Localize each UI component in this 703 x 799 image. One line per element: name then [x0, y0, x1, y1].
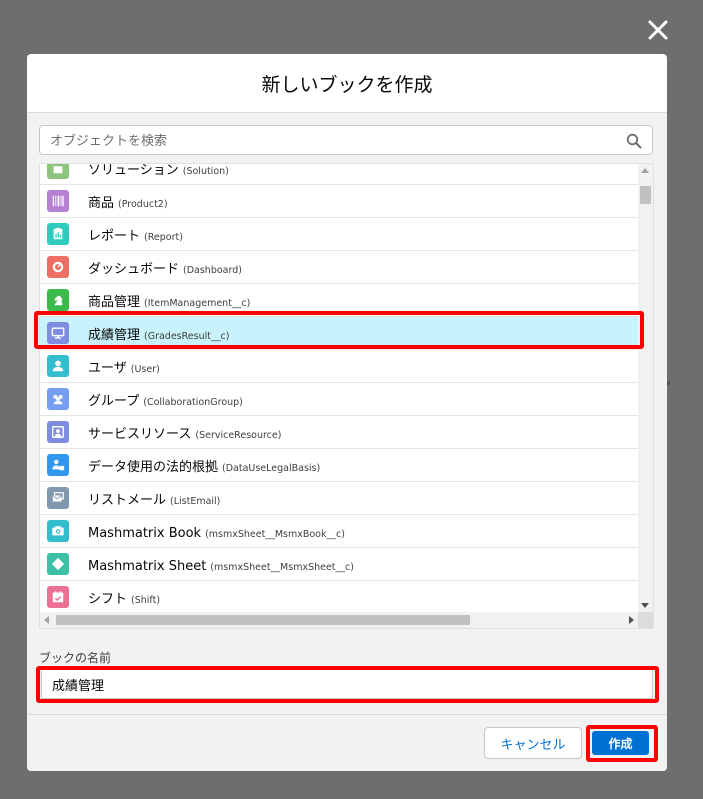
list-item-api-name: (User): [130, 364, 160, 375]
list-item-label: 商品管理: [88, 295, 141, 310]
horizontal-scroll-thumb[interactable]: [56, 615, 470, 625]
list-item-text: サービスリソース (ServiceResource): [88, 416, 281, 449]
list-item-text: リストメール (ListEmail): [88, 482, 220, 515]
list-item[interactable]: ソリューション (Solution): [40, 163, 638, 185]
dashboard-icon: [47, 256, 69, 278]
list-item-text: ダッシュボード (Dashboard): [88, 251, 242, 284]
list-item-label: ユーザ: [88, 361, 127, 376]
list-item[interactable]: Mashmatrix Book (msmxSheet__MsmxBook__c): [40, 515, 638, 548]
list-item-text: 成績管理 (GradesResult__c): [88, 317, 229, 350]
user-icon: [47, 355, 69, 377]
list-item-api-name: (ItemManagement__c): [144, 298, 251, 309]
list-item-text: シフト (Shift): [88, 581, 160, 614]
list-item-label: 商品: [88, 196, 115, 211]
list-item[interactable]: グループ (CollaborationGroup): [40, 383, 638, 416]
list-item-api-name: (msmxSheet__MsmxSheet__c): [210, 562, 354, 573]
list-item-api-name: (Product2): [118, 199, 168, 210]
solution-icon: [47, 164, 69, 179]
vertical-scrollbar[interactable]: [638, 164, 653, 612]
list-email-icon: [47, 487, 69, 509]
list-item-text: Mashmatrix Book (msmxSheet__MsmxBook__c): [88, 515, 345, 548]
list-item-label: 成績管理: [88, 328, 141, 343]
camera-icon: [47, 520, 69, 542]
list-item[interactable]: シフト (Shift): [40, 581, 638, 614]
list-item-label: グループ: [88, 394, 140, 409]
list-item-text: データ使用の法的根拠 (DataUseLegalBasis): [88, 449, 320, 482]
list-item-label: データ使用の法的根拠: [88, 460, 219, 475]
list-item-api-name: (Report): [144, 232, 183, 243]
monitor-icon: [47, 322, 69, 344]
list-item-text: Mashmatrix Sheet (msmxSheet__MsmxSheet__c…: [88, 548, 354, 581]
list-item-api-name: (Shift): [131, 595, 161, 606]
report-icon: [47, 223, 69, 245]
list-item-text: グループ (CollaborationGroup): [88, 383, 243, 416]
list-item[interactable]: データ使用の法的根拠 (DataUseLegalBasis): [40, 449, 638, 482]
service-resource-icon: [47, 421, 69, 443]
list-item-label: リストメール: [88, 493, 167, 508]
list-item[interactable]: レポート (Report): [40, 218, 638, 251]
search-box: [39, 125, 653, 156]
list-item-api-name: (GradesResult__c): [144, 331, 230, 342]
object-list: ソリューション (Solution) 商品 (Product2) レポート (Report…: [39, 163, 654, 629]
list-item-text: 商品 (Product2): [88, 185, 168, 218]
scroll-left-icon[interactable]: [44, 616, 49, 624]
list-item[interactable]: Mashmatrix Sheet (msmxSheet__MsmxSheet__c…: [40, 548, 638, 581]
list-item-api-name: (Dashboard): [183, 265, 242, 276]
list-item-label: ダッシュボード: [88, 262, 180, 277]
diamond-icon: [47, 553, 69, 575]
horizontal-scrollbar[interactable]: [40, 612, 638, 628]
list-item-api-name: (msmxSheet__MsmxBook__c): [205, 529, 345, 540]
search-input[interactable]: [48, 126, 612, 156]
scroll-corner: [638, 612, 653, 628]
modal-title: 新しいブックを作成: [261, 73, 433, 96]
list-item-api-name: (Solution): [182, 166, 229, 177]
search-icon[interactable]: [626, 133, 642, 149]
product-icon: [47, 190, 69, 212]
modal-footer: キャンセル 作成: [27, 714, 667, 771]
close-icon[interactable]: [645, 17, 671, 43]
calendar-check-icon: [47, 586, 69, 608]
list-item-text: ユーザ (User): [88, 350, 160, 383]
list-item-api-name: (ListEmail): [170, 496, 221, 507]
list-item[interactable]: 商品 (Product2): [40, 185, 638, 218]
scroll-down-icon[interactable]: [641, 603, 649, 608]
scroll-right-icon[interactable]: [629, 616, 634, 624]
list-item-label: Mashmatrix Book: [88, 526, 202, 541]
book-name-input[interactable]: [41, 669, 653, 699]
scroll-up-icon[interactable]: [641, 168, 649, 173]
list-item[interactable]: ユーザ (User): [40, 350, 638, 383]
legal-basis-icon: [47, 454, 69, 476]
list-item[interactable]: 成績管理 (GradesResult__c): [40, 317, 638, 350]
list-item[interactable]: サービスリソース (ServiceResource): [40, 416, 638, 449]
create-book-modal: 新しいブックを作成 ソリューション(Solution)商品(Product2)レ…: [27, 54, 667, 771]
list-item-label: ソリューション: [88, 163, 179, 178]
modal-header: 新しいブックを作成: [27, 54, 667, 113]
list-item-label: Mashmatrix Sheet: [88, 559, 207, 574]
list-item[interactable]: 商品管理 (ItemManagement__c): [40, 284, 638, 317]
list-item-api-name: (DataUseLegalBasis): [222, 463, 321, 474]
list-item-label: シフト: [88, 592, 128, 607]
list-item-label: レポート: [88, 229, 141, 244]
list-item-text: レポート (Report): [88, 218, 183, 251]
list-item[interactable]: リストメール (ListEmail): [40, 482, 638, 515]
group-icon: [47, 388, 69, 410]
list-item-text: 商品管理 (ItemManagement__c): [88, 284, 250, 317]
cancel-button[interactable]: キャンセル: [484, 727, 582, 759]
list-item-label: サービスリソース: [88, 427, 192, 442]
list-item-api-name: (ServiceResource): [195, 430, 282, 441]
book-name-label: ブックの名前: [39, 651, 112, 665]
create-button[interactable]: 作成: [592, 731, 649, 755]
vertical-scroll-thumb[interactable]: [640, 186, 651, 204]
list-item-text: ソリューション (Solution): [88, 163, 229, 185]
modal-body: ソリューション(Solution)商品(Product2)レポート(Report…: [27, 113, 667, 714]
list-item[interactable]: ダッシュボード (Dashboard): [40, 251, 638, 284]
chess-knight-icon: [47, 289, 69, 311]
list-item-api-name: (CollaborationGroup): [143, 397, 243, 408]
